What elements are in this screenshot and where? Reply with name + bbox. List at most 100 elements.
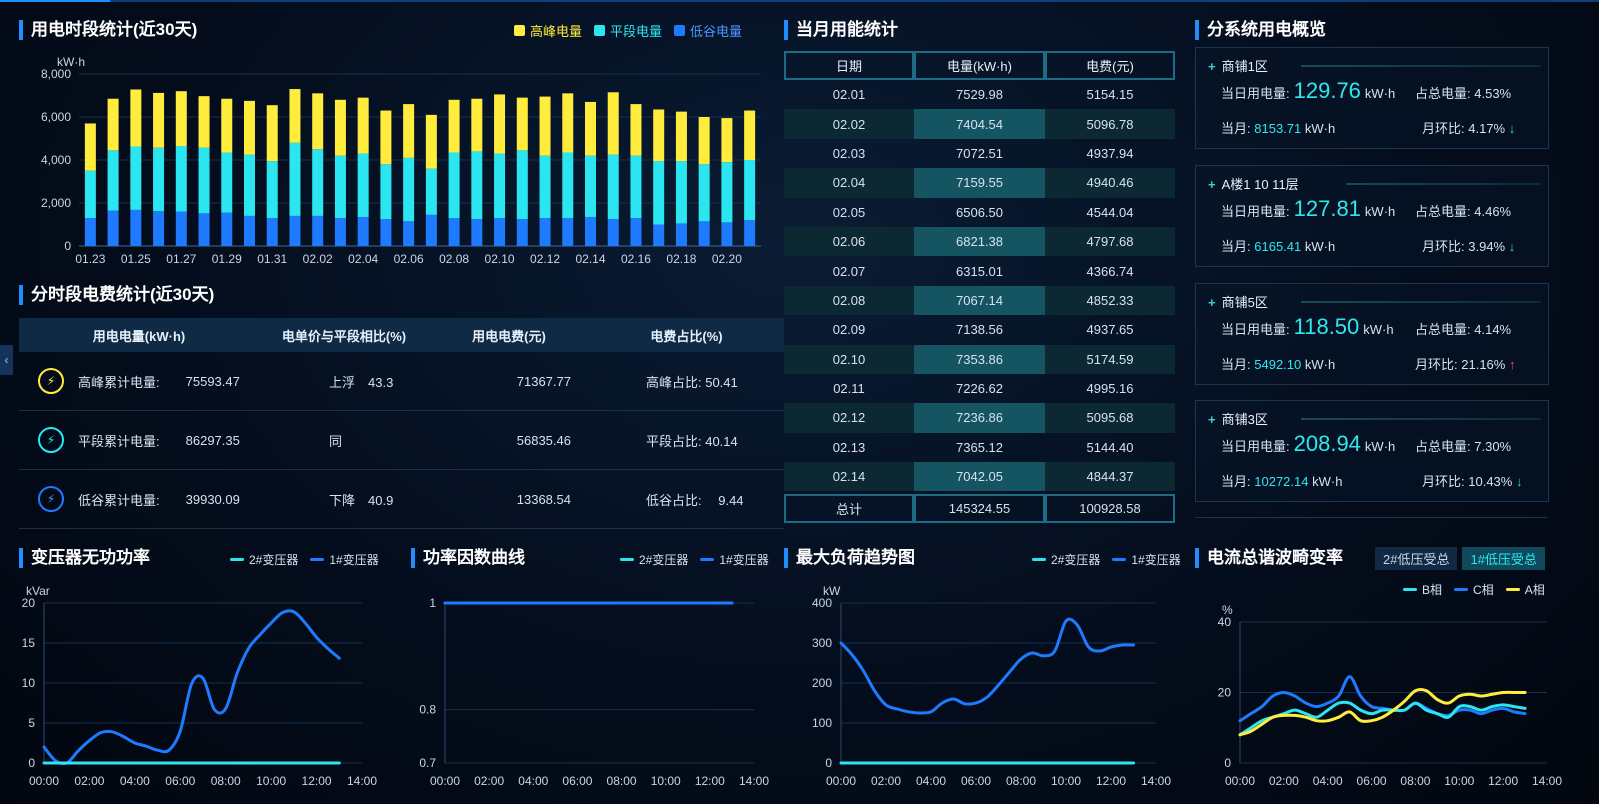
unit: kW·h bbox=[1364, 86, 1396, 101]
month-table-row: 02.08 7067.14 4852.33 bbox=[784, 285, 1175, 316]
row-date: 02.02 bbox=[832, 116, 866, 132]
bar-valley bbox=[630, 218, 642, 246]
share: 占总电量: 4.14% bbox=[1415, 319, 1511, 338]
subsystem-card[interactable]: + A楼1 10 11层 当日用电量: 127.81 kW·h 占总电量: 4.46% 当月… bbox=[1195, 165, 1549, 267]
month-value: 10272.14 bbox=[1254, 474, 1309, 489]
tab-1-low-voltage[interactable]: 1#低压受总 bbox=[1462, 547, 1545, 570]
legend-valley[interactable]: 低谷电量 bbox=[674, 21, 742, 40]
month-table-row: 02.03 7072.51 4937.94 bbox=[784, 139, 1175, 168]
unit: kW·h bbox=[1304, 239, 1336, 254]
bar-valley bbox=[516, 219, 528, 246]
x-tick-label: 08:00 bbox=[211, 774, 241, 788]
plus-icon: + bbox=[1208, 412, 1216, 427]
row-date: 02.14 bbox=[832, 469, 866, 485]
month-table-row: 02.04 7159.55 4940.46 bbox=[784, 168, 1175, 198]
bar-peak bbox=[266, 105, 278, 162]
mom-value: 21.16% bbox=[1461, 357, 1506, 372]
row-date: 02.12 bbox=[832, 410, 866, 426]
reactive-chart: kVar2015105000:00 02:00 04:00 06:00 08:00 10:… bbox=[22, 584, 378, 788]
bar-valley bbox=[244, 215, 255, 246]
row-cost: 4995.16 bbox=[1086, 381, 1134, 397]
subsystem-card[interactable]: + 商铺5区 当日用电量: 118.50 kW·h 占总电量: 4.14% 当月: 5492… bbox=[1195, 283, 1549, 385]
y-tick-label: 100 bbox=[812, 716, 832, 730]
x-tick-label: 10:00 bbox=[651, 774, 681, 788]
card-name-text: 商铺1区 bbox=[1221, 59, 1268, 74]
legend-t2[interactable]: 2#变压器 bbox=[1032, 551, 1100, 568]
row-date: 02.01 bbox=[832, 87, 866, 103]
row-cost: 5095.68 bbox=[1086, 410, 1134, 426]
month-table-row: 02.14 7042.05 4844.37 bbox=[784, 462, 1175, 492]
bar-peak bbox=[448, 99, 460, 153]
bar-peak bbox=[357, 97, 369, 154]
bar-flat bbox=[539, 155, 551, 219]
today-usage: 当日用电量: 129.76 kW·h bbox=[1221, 78, 1395, 104]
fee-share: 平段占比: 40.14 bbox=[646, 433, 738, 449]
legend-t1[interactable]: 1#变压器 bbox=[310, 551, 379, 568]
x-tick-label: 00:00 bbox=[826, 774, 856, 788]
x-tick-label: 02.14 bbox=[575, 252, 605, 266]
bolt-icon: ⚡ bbox=[38, 427, 64, 453]
row-kwh: 7138.56 bbox=[956, 322, 1003, 338]
unit: kW·h bbox=[1312, 474, 1343, 489]
legend-t2[interactable]: 2#变压器 bbox=[230, 551, 298, 568]
bar-peak bbox=[130, 89, 142, 147]
collapse-left-button[interactable]: ‹ bbox=[0, 345, 13, 375]
fee-row-peak: ⚡ 高峰累计电量: 75593.47 上浮 43.3 71367.77 高峰占比: … bbox=[19, 352, 784, 411]
fee-header-kwh: 用电电量(kW·h) bbox=[92, 328, 186, 344]
share-label: 占总电量: bbox=[1415, 322, 1471, 337]
x-tick-label: 02.02 bbox=[303, 252, 333, 266]
fee-label: 低谷累计电量: bbox=[78, 492, 160, 508]
tab-2-low-voltage[interactable]: 2#低压受总 bbox=[1375, 547, 1458, 570]
subsystem-card[interactable]: + 商铺3区 当日用电量: 208.94 kW·h 占总电量: 7.30% 当月: 1027… bbox=[1195, 400, 1549, 502]
row-cost: 4937.65 bbox=[1086, 322, 1134, 338]
bar-peak bbox=[289, 89, 301, 143]
x-tick-label: 12:00 bbox=[1488, 774, 1518, 788]
row-cost: 4852.33 bbox=[1086, 292, 1134, 308]
x-tick-label: 14:00 bbox=[347, 774, 377, 788]
x-tick-label: 01.31 bbox=[257, 252, 287, 266]
month-value: 6165.41 bbox=[1254, 239, 1302, 254]
fee-row-flat: ⚡ 平段累计电量: 86297.35 同 56835.46 平段占比: 40.14 bbox=[19, 411, 784, 470]
legend-t1[interactable]: 1#变压器 bbox=[1112, 551, 1181, 568]
x-tick-label: 14:00 bbox=[739, 774, 769, 788]
bar-flat bbox=[357, 153, 369, 217]
share: 占总电量: 4.53% bbox=[1415, 83, 1511, 102]
bar-valley bbox=[153, 211, 165, 246]
legend-flat[interactable]: 平段电量 bbox=[594, 21, 662, 40]
legend-t2[interactable]: 2#变压器 bbox=[620, 551, 688, 568]
y-tick-label: 20 bbox=[22, 596, 36, 610]
x-tick-label: 08:00 bbox=[607, 774, 637, 788]
bar-valley bbox=[312, 215, 324, 246]
bar-peak bbox=[675, 111, 687, 162]
series-line-1#变压器 bbox=[839, 617, 1135, 715]
today-value: 129.76 bbox=[1293, 78, 1361, 103]
month-table-row: 02.09 7138.56 4937.65 bbox=[784, 315, 1175, 344]
bar-valley bbox=[266, 218, 278, 246]
bar-flat bbox=[744, 160, 756, 221]
fee-label: 平段累计电量: bbox=[78, 433, 160, 449]
bar-peak bbox=[175, 91, 187, 147]
row-date: 02.08 bbox=[832, 292, 866, 308]
fee-kwh: 39930.09 bbox=[185, 491, 240, 507]
bar-flat bbox=[130, 146, 142, 210]
energy-bar-chart: kW·h8,0006,0004,0002,000001.23 01.25 01.27… bbox=[41, 55, 761, 266]
legend-peak[interactable]: 高峰电量 bbox=[514, 21, 582, 40]
bar-peak bbox=[380, 110, 392, 165]
bar-valley bbox=[471, 219, 483, 246]
plus-icon: + bbox=[1208, 177, 1216, 192]
bar-peak bbox=[494, 94, 506, 154]
bar-valley bbox=[175, 211, 187, 246]
legend-t1[interactable]: 1#变压器 bbox=[700, 551, 769, 568]
row-date: 02.11 bbox=[833, 381, 865, 397]
mom-label: 月环比: bbox=[1422, 239, 1465, 254]
subsystem-card[interactable]: + 商铺1区 当日用电量: 129.76 kW·h 占总电量: 4.53% 当月: 8153… bbox=[1195, 47, 1549, 149]
fee-share: 高峰占比: 50.41 bbox=[646, 374, 738, 390]
bar-flat bbox=[471, 151, 483, 220]
bar-valley bbox=[721, 222, 733, 246]
card-name: + 商铺3区 bbox=[1208, 409, 1268, 428]
bar-peak bbox=[607, 92, 619, 155]
month-label: 当月: bbox=[1221, 357, 1251, 372]
row-date: 02.06 bbox=[832, 234, 866, 250]
x-tick-label: 10:00 bbox=[1051, 774, 1081, 788]
bar-valley bbox=[357, 216, 369, 246]
